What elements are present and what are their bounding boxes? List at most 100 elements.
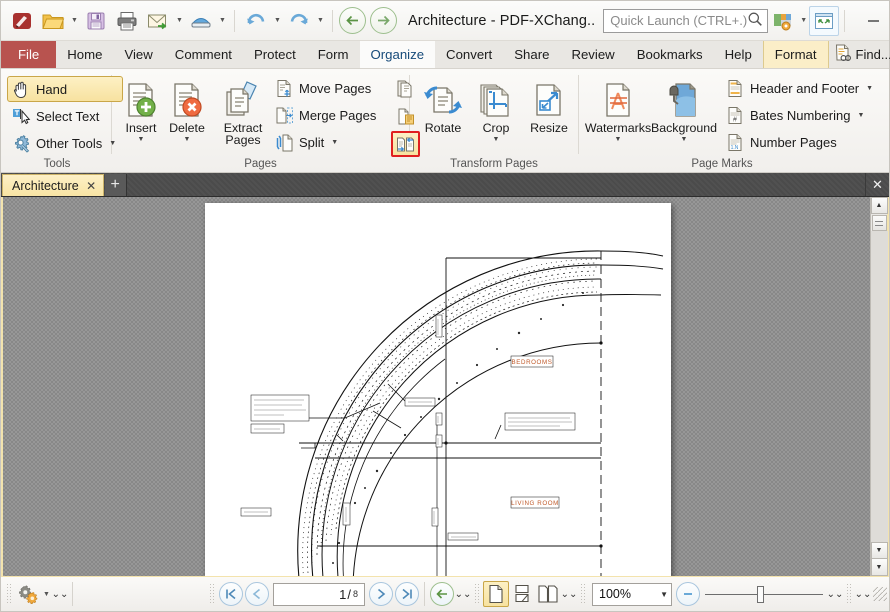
- background-button[interactable]: Background ▼: [651, 73, 717, 145]
- header-and-footer-button[interactable]: Header and Footer ▼: [721, 75, 880, 101]
- tab-share[interactable]: Share: [503, 41, 560, 68]
- back-icon[interactable]: [339, 7, 366, 34]
- other-tools-button[interactable]: Other Tools ▼: [7, 130, 123, 156]
- chevron-down-icon[interactable]: ▼: [660, 590, 668, 599]
- toolbar-grip[interactable]: [6, 583, 12, 605]
- continuous-view-button[interactable]: [509, 581, 535, 607]
- find-button[interactable]: Find...: [829, 43, 890, 67]
- insert-pages-button[interactable]: Insert ▼: [118, 73, 164, 145]
- email-dropdown-arrow-icon[interactable]: ▼: [174, 6, 185, 36]
- document-tab-architecture[interactable]: Architecture ✕: [2, 174, 104, 196]
- zoom-expand-icon[interactable]: ⌄⌄: [827, 589, 844, 600]
- split-caret-icon[interactable]: ▼: [331, 139, 338, 146]
- two-page-view-button[interactable]: [535, 581, 561, 607]
- move-pages-button[interactable]: Move Pages: [270, 75, 383, 101]
- settings-dropdown-arrow-icon[interactable]: ▼: [41, 579, 52, 609]
- undo-dropdown-arrow-icon[interactable]: ▼: [272, 6, 283, 36]
- redo-icon[interactable]: [284, 6, 314, 36]
- delete-pages-caret-icon[interactable]: ▼: [184, 136, 191, 144]
- tab-organize[interactable]: Organize: [359, 41, 436, 68]
- rotate-pages-button[interactable]: Rotate: [416, 73, 470, 136]
- tab-bookmarks[interactable]: Bookmarks: [626, 41, 714, 68]
- bates-caret-icon[interactable]: ▼: [857, 112, 864, 119]
- select-text-button[interactable]: Select Text: [7, 103, 123, 129]
- scan-dropdown-arrow-icon[interactable]: ▼: [217, 6, 228, 36]
- statusbar-overflow-icon[interactable]: ⌄⌄: [855, 589, 872, 600]
- crop-caret-icon[interactable]: ▼: [493, 136, 500, 144]
- insert-pages-caret-icon[interactable]: ▼: [138, 136, 145, 144]
- close-document-button[interactable]: ✕: [865, 173, 889, 196]
- page-number-input[interactable]: 1 / 8: [273, 582, 365, 606]
- scroll-down-button[interactable]: ▼: [870, 542, 888, 559]
- end-grip[interactable]: [846, 583, 852, 605]
- quick-launch-input[interactable]: Quick Launch (CTRL+.): [603, 8, 769, 33]
- zoom-slider-knob[interactable]: [757, 585, 764, 603]
- app-logo-icon[interactable]: [7, 6, 37, 36]
- forward-icon[interactable]: [370, 7, 397, 34]
- tab-home[interactable]: Home: [56, 41, 113, 68]
- viewmode-expand-icon[interactable]: ⌄⌄: [561, 589, 578, 600]
- scroll-up-button[interactable]: ▲: [870, 197, 888, 214]
- tab-view[interactable]: View: [113, 41, 163, 68]
- extract-pages-button[interactable]: Extract Pages: [220, 73, 266, 147]
- search-icon[interactable]: [747, 11, 763, 30]
- fullscreen-icon[interactable]: [809, 5, 840, 36]
- redo-dropdown-arrow-icon[interactable]: ▼: [315, 6, 326, 36]
- customize-toolbar-icon[interactable]: [768, 6, 798, 36]
- delete-pages-button[interactable]: Delete ▼: [164, 73, 210, 145]
- expand-statusbar-icon[interactable]: ⌄⌄: [52, 589, 69, 600]
- previous-view-button[interactable]: [430, 582, 454, 606]
- crop-pages-button[interactable]: Crop ▼: [470, 73, 522, 145]
- bates-numbering-button[interactable]: # Bates Numbering ▼: [721, 102, 880, 128]
- tab-comment[interactable]: Comment: [164, 41, 243, 68]
- window-resize-grip[interactable]: [873, 587, 887, 601]
- header-footer-caret-icon[interactable]: ▼: [866, 85, 873, 92]
- scan-icon[interactable]: [186, 6, 216, 36]
- view-history-expand-icon[interactable]: ⌄⌄: [455, 589, 472, 600]
- watermarks-button[interactable]: Watermarks ▼: [585, 73, 651, 145]
- tab-help[interactable]: Help: [714, 41, 763, 68]
- zoom-out-button[interactable]: [676, 582, 700, 606]
- nav-grip[interactable]: [209, 583, 215, 605]
- single-page-view-button[interactable]: [483, 581, 509, 607]
- scrollbar-track[interactable]: [870, 231, 888, 542]
- split-pages-button[interactable]: Split ▼: [270, 129, 383, 155]
- settings-icon[interactable]: [15, 581, 41, 607]
- minimize-button[interactable]: [850, 1, 890, 41]
- last-page-button[interactable]: [395, 582, 419, 606]
- print-icon[interactable]: [112, 6, 142, 36]
- vertical-scrollbar[interactable]: ▲ ▼ ▼: [870, 197, 888, 576]
- background-caret-icon[interactable]: ▼: [681, 136, 688, 144]
- tab-form[interactable]: Form: [307, 41, 360, 68]
- pdf-page[interactable]: BEDROOMS LIVING ROOM: [205, 203, 671, 576]
- save-icon[interactable]: [81, 6, 111, 36]
- viewmode-grip[interactable]: [474, 583, 480, 605]
- email-icon[interactable]: [143, 6, 173, 36]
- tab-file[interactable]: File: [1, 41, 57, 68]
- scroll-next-page-button[interactable]: ▼: [870, 559, 888, 576]
- undo-icon[interactable]: [241, 6, 271, 36]
- scrollbar-thumb[interactable]: [871, 215, 887, 231]
- tab-format[interactable]: Format: [762, 41, 829, 68]
- merge-pages-button[interactable]: Merge Pages: [270, 102, 383, 128]
- zoom-level-select[interactable]: 100% ▼: [592, 582, 672, 606]
- open-icon[interactable]: [38, 6, 68, 36]
- number-pages-button[interactable]: 1.N Number Pages: [721, 129, 880, 155]
- previous-page-button[interactable]: [245, 582, 269, 606]
- new-tab-button[interactable]: +: [104, 174, 127, 196]
- watermarks-caret-icon[interactable]: ▼: [615, 136, 622, 144]
- tab-review[interactable]: Review: [560, 41, 625, 68]
- tab-convert[interactable]: Convert: [435, 41, 503, 68]
- resize-pages-button[interactable]: Resize: [522, 73, 576, 136]
- page-canvas[interactable]: BEDROOMS LIVING ROOM: [3, 197, 870, 576]
- next-page-button[interactable]: [369, 582, 393, 606]
- close-icon[interactable]: ✕: [85, 179, 98, 193]
- tab-protect[interactable]: Protect: [243, 41, 307, 68]
- first-page-button[interactable]: [219, 582, 243, 606]
- hand-tool-button[interactable]: Hand: [7, 76, 124, 102]
- resize-pages-label: Resize: [530, 121, 568, 135]
- zoom-grip[interactable]: [580, 583, 586, 605]
- open-dropdown-arrow-icon[interactable]: ▼: [69, 6, 80, 36]
- customize-dropdown-arrow-icon[interactable]: ▼: [798, 6, 809, 36]
- zoom-slider[interactable]: [705, 582, 823, 606]
